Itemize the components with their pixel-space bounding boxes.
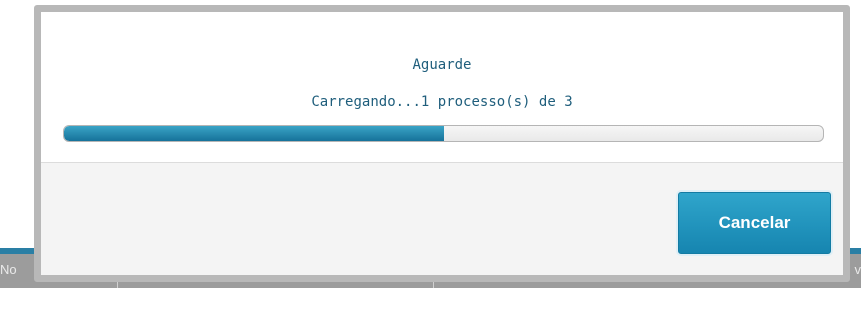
background-left-label: No [0,262,17,277]
cancel-button[interactable]: Cancelar [678,192,831,254]
progress-bar-fill [64,126,444,141]
loading-status-text: Carregando...1 processo(s) de 3 [311,94,573,110]
background-right-label: v [854,262,861,277]
dialog-footer: Cancelar [41,163,843,275]
dialog-body: Aguarde Carregando...1 processo(s) de 3 [41,12,843,163]
progress-bar [63,125,824,142]
loading-dialog: Aguarde Carregando...1 processo(s) de 3 … [34,5,850,282]
dialog-title: Aguarde [412,57,472,73]
